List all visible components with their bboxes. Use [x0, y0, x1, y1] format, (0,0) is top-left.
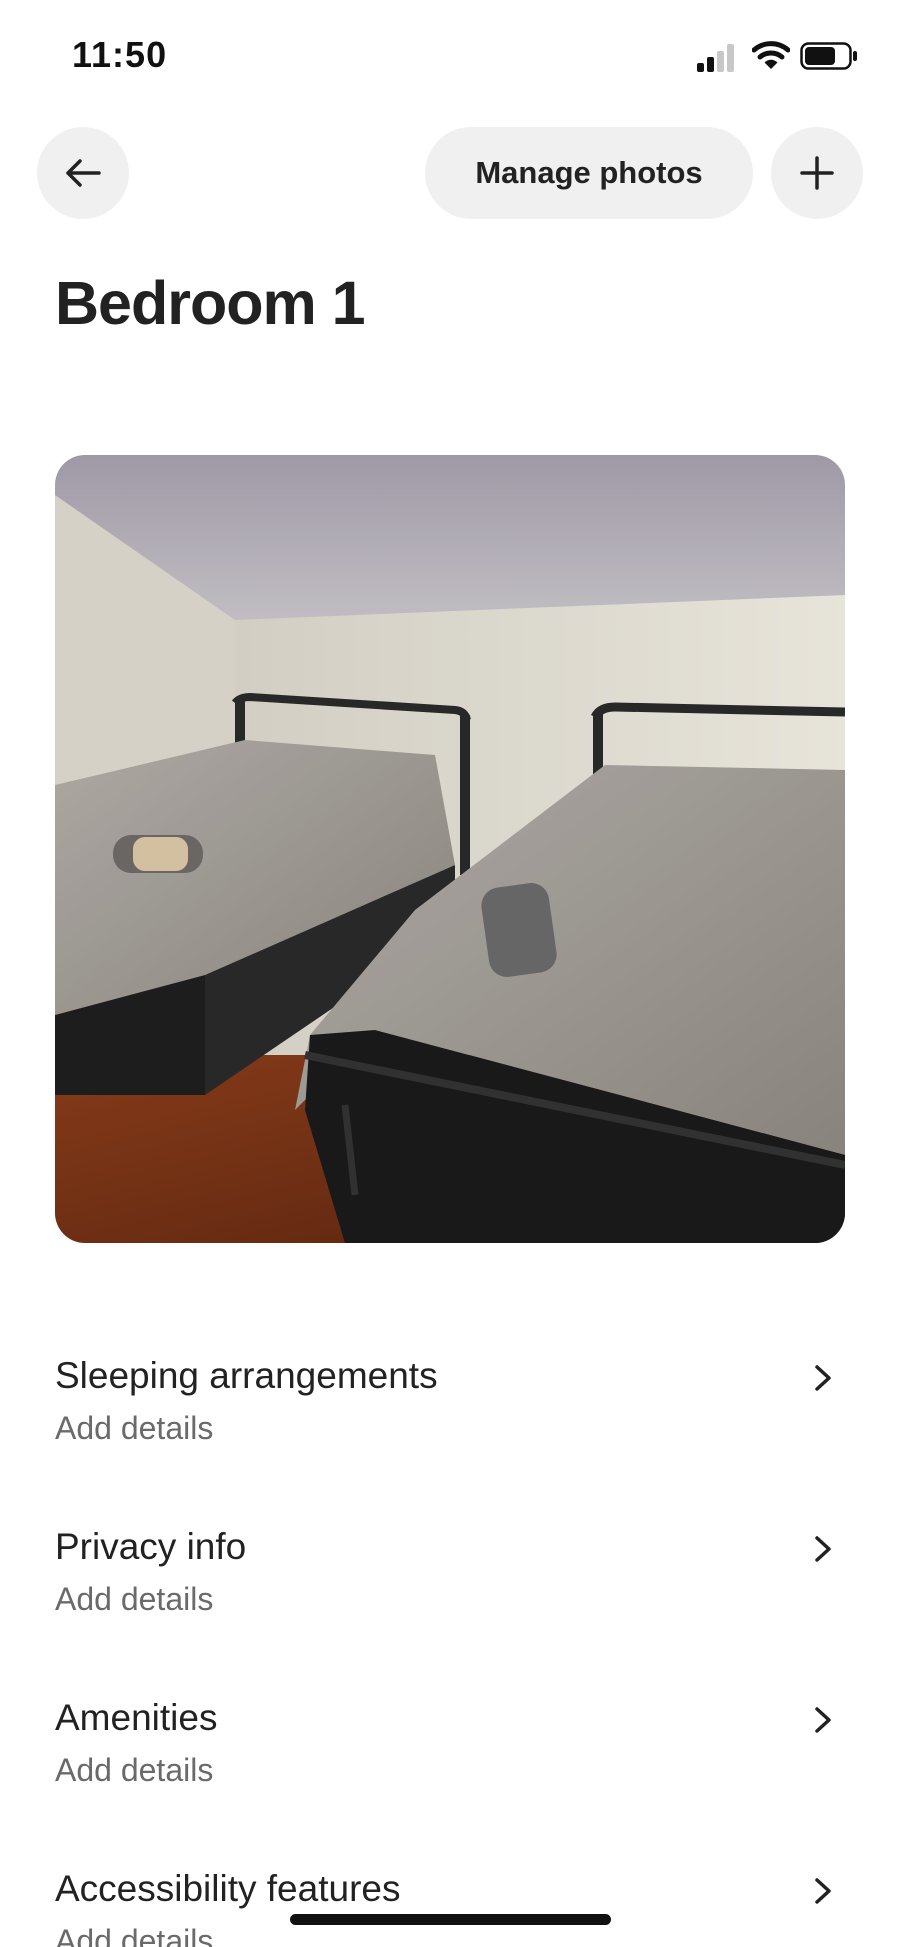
chevron-right-icon — [815, 1536, 831, 1562]
arrow-left-icon — [66, 159, 101, 187]
page-title: Bedroom 1 — [55, 269, 366, 337]
accessibility-features-row[interactable]: Accessibility features Add details — [55, 1868, 845, 1947]
amenities-row[interactable]: Amenities Add details — [55, 1697, 845, 1817]
sleeping-arrangements-row[interactable]: Sleeping arrangements Add details — [55, 1355, 845, 1475]
row-title: Privacy info — [55, 1526, 247, 1567]
chevron-right-icon — [815, 1707, 831, 1733]
home-indicator — [290, 1914, 611, 1925]
row-subtitle: Add details — [55, 1581, 214, 1617]
battery-icon — [800, 42, 858, 70]
row-subtitle: Add details — [55, 1923, 214, 1947]
add-photo-button[interactable] — [771, 127, 863, 219]
chevron-right-icon — [815, 1365, 831, 1391]
room-detail-screen: 11:50 Manage photos Bedroom 1 Sleeping a… — [0, 0, 900, 1947]
status-bar: 11:50 — [0, 0, 900, 110]
row-subtitle: Add details — [55, 1752, 214, 1788]
cellular-signal-icon — [697, 42, 739, 72]
row-title: Amenities — [55, 1697, 218, 1738]
status-time: 11:50 — [72, 34, 168, 75]
wifi-icon — [751, 40, 791, 70]
row-subtitle: Add details — [55, 1410, 214, 1446]
row-title: Sleeping arrangements — [55, 1355, 438, 1396]
row-title: Accessibility features — [55, 1868, 401, 1909]
plus-icon — [800, 156, 834, 190]
bedroom-photo[interactable] — [55, 455, 845, 1243]
privacy-info-row[interactable]: Privacy info Add details — [55, 1526, 845, 1646]
chevron-right-icon — [815, 1878, 831, 1904]
back-button[interactable] — [37, 127, 129, 219]
manage-photos-button[interactable]: Manage photos — [425, 127, 753, 219]
